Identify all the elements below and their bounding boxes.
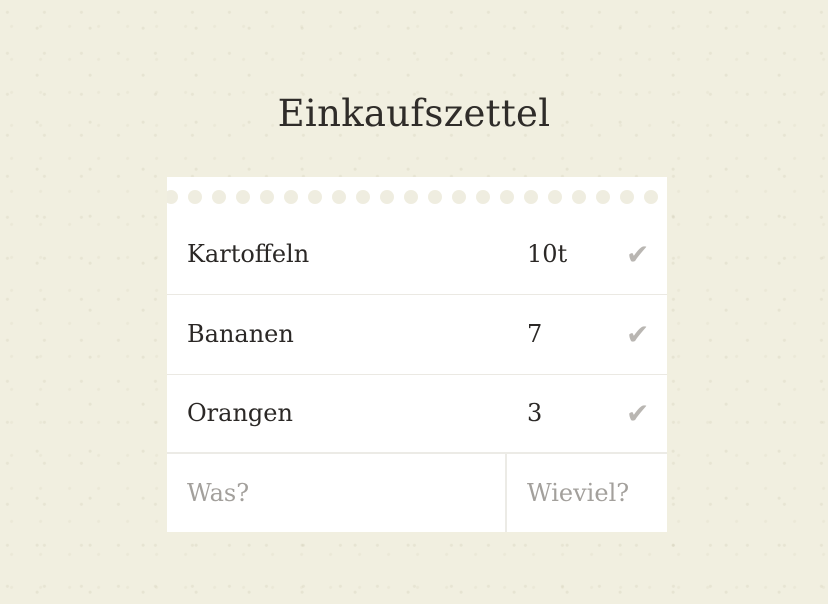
shopping-list-card: Kartoffeln 10t ✔ Bananen 7 ✔ Orangen 3 ✔ bbox=[167, 177, 667, 532]
item-quantity: 3 bbox=[527, 399, 543, 427]
item-quantity-input[interactable] bbox=[506, 454, 667, 532]
item-name: Orangen bbox=[187, 399, 293, 427]
item-quantity: 10t bbox=[527, 240, 568, 268]
item-name-input[interactable] bbox=[167, 454, 505, 532]
check-icon[interactable]: ✔ bbox=[626, 295, 649, 374]
list-item: Kartoffeln 10t ✔ bbox=[167, 215, 667, 295]
page-title: Einkaufszettel bbox=[277, 92, 551, 135]
item-quantity: 7 bbox=[527, 320, 543, 348]
check-icon[interactable]: ✔ bbox=[626, 215, 649, 294]
item-name: Kartoffeln bbox=[187, 240, 310, 268]
list-item: Orangen 3 ✔ bbox=[167, 374, 667, 454]
list-item: Bananen 7 ✔ bbox=[167, 295, 667, 375]
add-item-form bbox=[167, 452, 667, 532]
item-name: Bananen bbox=[187, 320, 294, 348]
perforation-holes bbox=[167, 190, 667, 204]
check-icon[interactable]: ✔ bbox=[626, 374, 649, 453]
